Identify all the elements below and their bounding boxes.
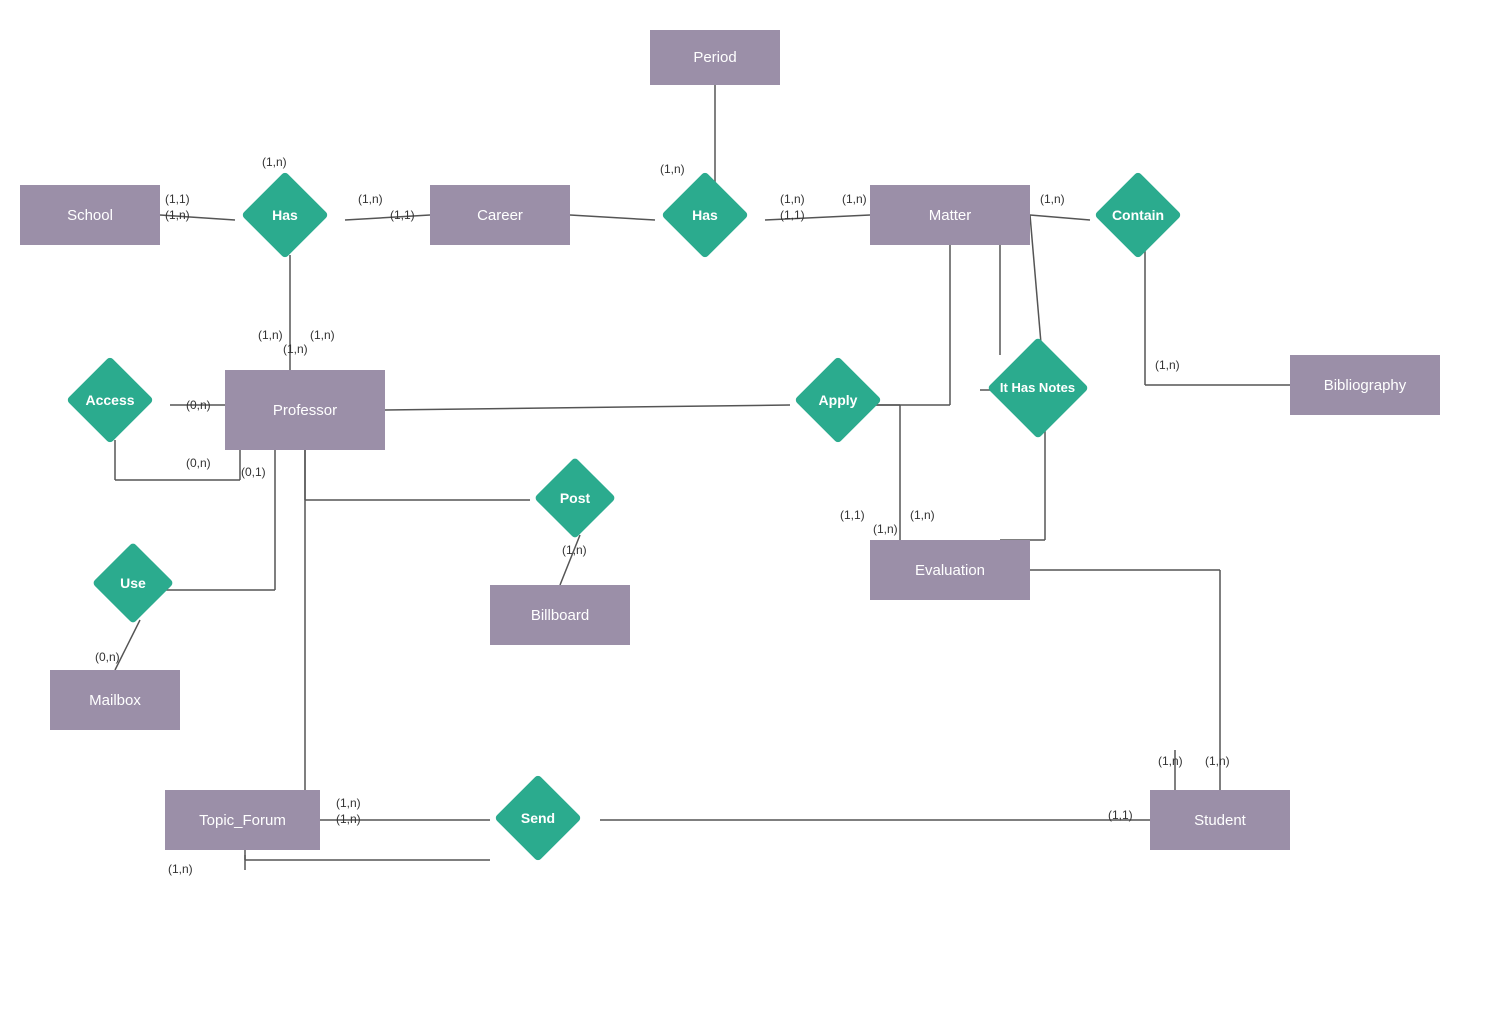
card-matter-contain: (1,n)	[1040, 192, 1065, 206]
diamond-access: Access	[50, 360, 170, 440]
card-topicforum-bottom: (1,n)	[168, 862, 193, 876]
diamond-contain: Contain	[1078, 175, 1198, 255]
diamond-use: Use	[78, 545, 188, 620]
diamond-ithasnotes: It Has Notes	[965, 345, 1110, 430]
card-prof-2: (1,n)	[283, 342, 308, 356]
card-period-has2: (1,n)	[660, 162, 685, 176]
card-prof-3: (1,n)	[310, 328, 335, 342]
entity-mailbox: Mailbox	[50, 670, 180, 730]
entity-bibliography: Bibliography	[1290, 355, 1440, 415]
card-access-2: (0,n)	[186, 456, 211, 470]
er-diagram: School Career Matter Period Professor Bi…	[0, 0, 1500, 1029]
entity-matter: Matter	[870, 185, 1030, 245]
diamond-post: Post	[520, 460, 630, 535]
entity-billboard: Billboard	[490, 585, 630, 645]
card-use-mailbox: (0,n)	[95, 650, 120, 664]
card-has1-top: (1,n)	[262, 155, 287, 169]
diamond-apply: Apply	[778, 360, 898, 440]
card-matter-has2: (1,n)	[842, 192, 867, 206]
card-eval-2: (1,n)	[873, 522, 898, 536]
diamond-send: Send	[478, 778, 598, 858]
entity-career: Career	[430, 185, 570, 245]
card-topicforum-send-2: (1,n)	[336, 812, 361, 826]
card-student-eval-1: (1,n)	[1158, 754, 1183, 768]
card-eval-1: (1,1)	[840, 508, 865, 522]
card-access-1: (0,n)	[186, 398, 211, 412]
card-has1-career-2: (1,1)	[390, 208, 415, 222]
entity-evaluation: Evaluation	[870, 540, 1030, 600]
entity-school: School	[20, 185, 160, 245]
card-post-billboard: (1,n)	[562, 543, 587, 557]
card-prof-1: (1,n)	[258, 328, 283, 342]
card-eval-3: (1,n)	[910, 508, 935, 522]
card-has2-matter-2: (1,1)	[780, 208, 805, 222]
diamond-has1: Has	[225, 175, 345, 255]
card-send-student: (1,1)	[1108, 808, 1133, 822]
entity-topic-forum: Topic_Forum	[165, 790, 320, 850]
entity-student: Student	[1150, 790, 1290, 850]
diamond-has2: Has	[645, 175, 765, 255]
card-has1-career-1: (1,n)	[358, 192, 383, 206]
card-topicforum-send-1: (1,n)	[336, 796, 361, 810]
entity-professor: Professor	[225, 370, 385, 450]
card-has2-matter-1: (1,n)	[780, 192, 805, 206]
connection-lines	[0, 0, 1500, 1029]
card-access-3: (0,1)	[241, 465, 266, 479]
card-school-has1-2: (1,n)	[165, 208, 190, 222]
card-contain-bib: (1,n)	[1155, 358, 1180, 372]
entity-period: Period	[650, 30, 780, 85]
card-school-has1-1: (1,1)	[165, 192, 190, 206]
card-student-eval-2: (1,n)	[1205, 754, 1230, 768]
